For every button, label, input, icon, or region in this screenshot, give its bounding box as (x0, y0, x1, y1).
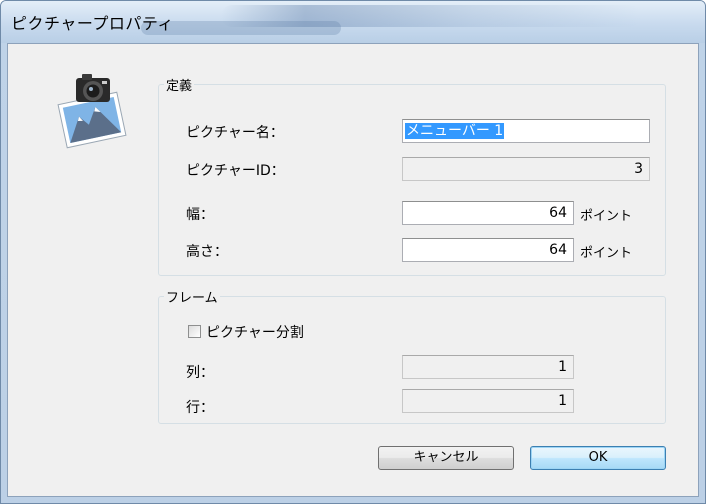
height-label: 高さ： (186, 244, 228, 260)
width-unit: ポイント (580, 209, 633, 224)
ok-button[interactable]: OK (530, 446, 666, 470)
width-input[interactable]: 64 (402, 201, 574, 225)
frame-group-title: フレーム (164, 287, 220, 306)
width-label: 幅： (186, 207, 214, 223)
picture-id-field: 3 (402, 157, 650, 181)
rows-field: 1 (402, 389, 574, 413)
dialog-window: ピクチャープロパティ 定義 ピクチャー名： メニューバー 1 ピクチャーID： … (0, 0, 706, 504)
picture-name-input[interactable]: メニューバー 1 (402, 119, 650, 143)
rows-label: 行： (186, 400, 214, 416)
picture-split-label[interactable]: ピクチャー分割 (206, 322, 304, 342)
picture-split-checkbox[interactable] (188, 325, 201, 338)
height-unit: ポイント (580, 246, 633, 261)
picture-name-label: ピクチャー名： (186, 125, 284, 141)
window-title: ピクチャープロパティ (11, 14, 174, 33)
picture-name-value: メニューバー 1 (405, 123, 505, 139)
height-input[interactable]: 64 (402, 238, 574, 262)
title-bar[interactable]: ピクチャープロパティ (1, 1, 705, 43)
cancel-button[interactable]: キャンセル (378, 446, 514, 470)
columns-label: 列： (186, 365, 214, 381)
columns-field: 1 (402, 355, 574, 379)
picture-id-label: ピクチャーID： (186, 163, 285, 179)
camera-photo-icon (57, 74, 127, 149)
dialog-body: 定義 ピクチャー名： メニューバー 1 ピクチャーID： 3 幅： 64 ポイン… (7, 43, 699, 497)
definition-group-title: 定義 (164, 75, 195, 94)
